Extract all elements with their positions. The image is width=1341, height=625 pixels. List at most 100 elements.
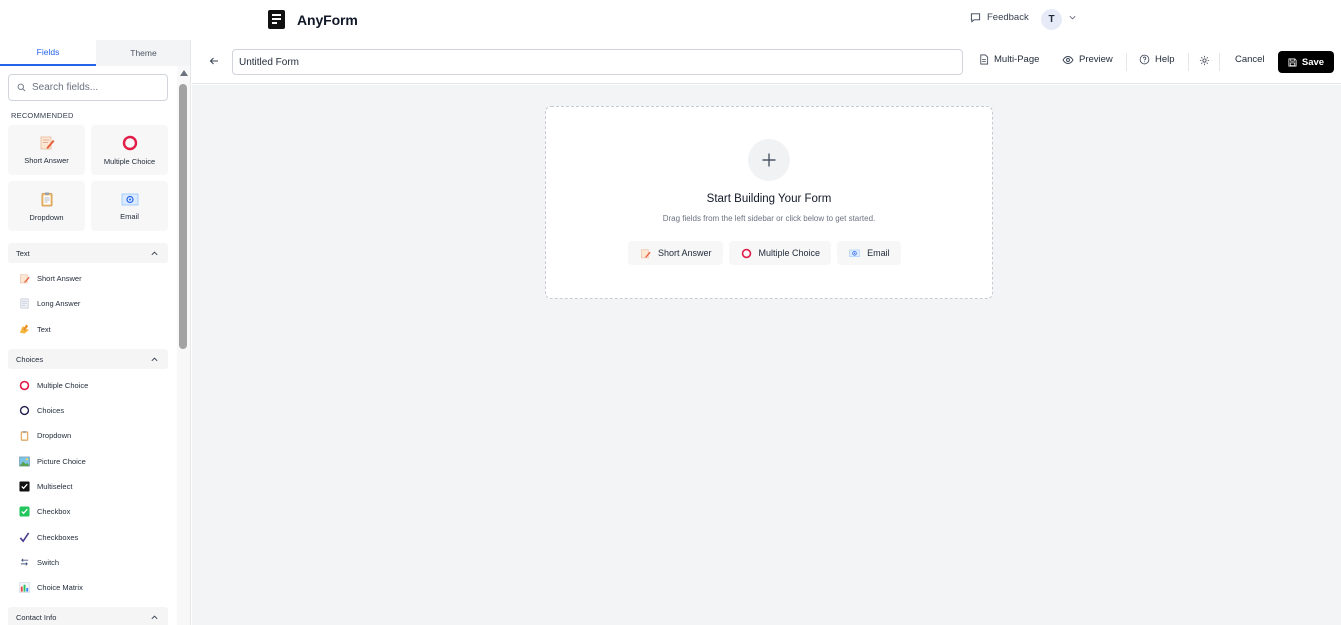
field-item-label: Switch bbox=[37, 557, 60, 567]
recommended-label-text: Dropdown bbox=[29, 212, 64, 222]
multi-page-button[interactable]: Multi-Page bbox=[979, 54, 1039, 65]
save-icon bbox=[1288, 57, 1297, 67]
recommended-dropdown[interactable]: Dropdown bbox=[8, 181, 85, 231]
empty-state-subtitle: Drag fields from the left sidebar or cli… bbox=[662, 214, 876, 223]
form-canvas[interactable]: Start Building Your Form Drag fields fro… bbox=[192, 85, 1341, 625]
field-item-label: Picture Choice bbox=[37, 456, 86, 466]
bar-chart-icon bbox=[19, 581, 30, 593]
ring-icon bbox=[19, 405, 30, 416]
green-check-icon bbox=[19, 505, 30, 517]
red-ring-icon bbox=[741, 248, 752, 259]
field-item-long-answer[interactable]: Long Answer bbox=[19, 296, 80, 310]
quick-add-short-answer[interactable]: Short Answer bbox=[628, 241, 723, 265]
anyform-logo-icon bbox=[268, 10, 285, 29]
preview-label: Preview bbox=[1079, 54, 1113, 65]
section-title: Choices bbox=[16, 354, 44, 364]
field-item-label: Checkbox bbox=[37, 506, 71, 516]
empty-state-title: Start Building Your Form bbox=[706, 193, 832, 205]
recommended-label-text: Multiple Choice bbox=[103, 156, 156, 166]
quick-add-label: Email bbox=[867, 248, 890, 258]
help-button[interactable]: Help bbox=[1139, 54, 1175, 65]
file-icon bbox=[980, 54, 989, 65]
plus-icon bbox=[762, 153, 776, 167]
picture-icon bbox=[19, 456, 30, 467]
gear-icon bbox=[1199, 55, 1210, 66]
feedback-label: Feedback bbox=[987, 12, 1029, 23]
checked-box-icon bbox=[19, 480, 30, 492]
field-item-text[interactable]: Text bbox=[19, 322, 51, 336]
red-ring-icon bbox=[122, 135, 138, 151]
field-item-choices[interactable]: Choices bbox=[19, 403, 64, 417]
field-item-label: Choices bbox=[37, 405, 65, 415]
field-item-label: Choice Matrix bbox=[37, 582, 83, 592]
quick-add-label: Short Answer bbox=[658, 248, 712, 258]
document-icon bbox=[19, 298, 30, 309]
section-contact-info-header[interactable]: Contact Info bbox=[8, 607, 168, 625]
field-item-multiselect[interactable]: Multiselect bbox=[19, 479, 72, 493]
clipboard-icon bbox=[19, 430, 30, 441]
field-item-switch[interactable]: Switch bbox=[19, 555, 59, 569]
settings-button[interactable] bbox=[1199, 55, 1210, 66]
cancel-button[interactable]: Cancel bbox=[1235, 54, 1265, 65]
save-button[interactable]: Save bbox=[1278, 51, 1334, 73]
eye-icon bbox=[1062, 55, 1074, 64]
help-label: Help bbox=[1155, 54, 1175, 65]
brand-name: AnyForm bbox=[297, 11, 358, 28]
chevron-down-icon[interactable] bbox=[1068, 13, 1077, 22]
save-label: Save bbox=[1301, 56, 1325, 68]
quick-add-multiple-choice[interactable]: Multiple Choice bbox=[728, 241, 832, 265]
pencil-note-icon bbox=[19, 273, 30, 284]
chevron-up-icon bbox=[151, 357, 158, 361]
clipboard-icon bbox=[39, 191, 55, 207]
search-icon bbox=[17, 83, 26, 92]
recommended-label-text: Short Answer bbox=[24, 156, 69, 165]
search-input[interactable] bbox=[32, 82, 162, 93]
field-item-short-answer[interactable]: Short Answer bbox=[19, 271, 82, 285]
field-item-multiple-choice[interactable]: Multiple Choice bbox=[19, 378, 88, 392]
recommended-email[interactable]: Email bbox=[91, 181, 168, 231]
recommended-grid: Short Answer Multiple Choice Dropdown Em… bbox=[8, 125, 168, 231]
field-item-label: Multiple Choice bbox=[37, 380, 89, 390]
brand[interactable]: AnyForm bbox=[268, 10, 358, 29]
back-arrow-icon[interactable] bbox=[208, 55, 220, 67]
tab-theme[interactable]: Theme bbox=[96, 40, 190, 66]
field-item-picture-choice[interactable]: Picture Choice bbox=[19, 454, 86, 468]
field-item-label: Dropdown bbox=[37, 430, 72, 440]
email-icon bbox=[849, 248, 860, 259]
message-square-icon bbox=[970, 13, 981, 23]
pencil-note-icon bbox=[640, 248, 651, 259]
toolbar-divider bbox=[1126, 53, 1127, 71]
form-title-input[interactable] bbox=[232, 49, 963, 75]
field-item-dropdown[interactable]: Dropdown bbox=[19, 428, 71, 442]
email-icon bbox=[121, 192, 139, 206]
recommended-multiple-choice[interactable]: Multiple Choice bbox=[91, 125, 168, 175]
add-field-button[interactable] bbox=[748, 139, 790, 181]
fields-sidebar: Fields Theme RECOMMENDED Short Answer Mu… bbox=[0, 40, 191, 625]
help-circle-icon bbox=[1139, 54, 1150, 65]
avatar[interactable]: T bbox=[1041, 9, 1062, 30]
sidebar-tabs: Fields Theme bbox=[0, 40, 190, 66]
field-item-checkboxes[interactable]: Checkboxes bbox=[19, 530, 78, 544]
section-text-header[interactable]: Text bbox=[8, 243, 168, 263]
recommended-label-text: Email bbox=[120, 211, 139, 221]
field-item-label: Multiselect bbox=[37, 481, 73, 491]
search-field[interactable] bbox=[8, 74, 168, 101]
preview-button[interactable]: Preview bbox=[1062, 54, 1113, 65]
feedback-button[interactable]: Feedback bbox=[970, 12, 1029, 23]
sidebar-scrollbar[interactable] bbox=[177, 66, 190, 625]
section-title: Contact Info bbox=[16, 612, 57, 622]
recommended-short-answer[interactable]: Short Answer bbox=[8, 125, 85, 175]
scroll-up-arrow-icon[interactable] bbox=[180, 70, 188, 76]
field-item-label: Long Answer bbox=[37, 298, 81, 308]
field-item-choice-matrix[interactable]: Choice Matrix bbox=[19, 580, 83, 594]
field-item-checkbox[interactable]: Checkbox bbox=[19, 504, 70, 518]
multi-page-label: Multi-Page bbox=[994, 54, 1040, 65]
tab-fields[interactable]: Fields bbox=[0, 40, 96, 66]
chevron-up-icon bbox=[151, 251, 158, 255]
toolbar-divider bbox=[1219, 53, 1220, 71]
red-ring-icon bbox=[19, 380, 30, 391]
quick-add-email[interactable]: Email bbox=[837, 241, 901, 265]
scrollbar-thumb[interactable] bbox=[179, 84, 187, 349]
section-title: Text bbox=[16, 248, 30, 258]
section-choices-header[interactable]: Choices bbox=[8, 349, 168, 369]
